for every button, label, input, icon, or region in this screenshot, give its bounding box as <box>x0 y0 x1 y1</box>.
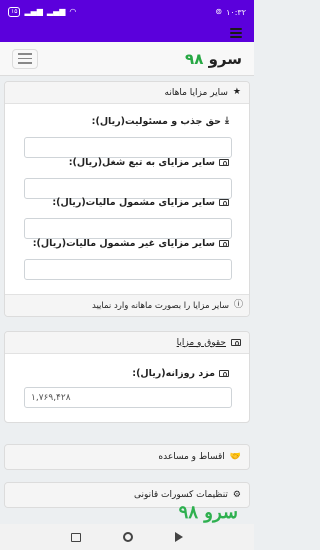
alarm-icon: ⊚ <box>215 7 223 16</box>
app-header: سرو ۹۸ <box>0 42 254 76</box>
brand-number: ۹۸ <box>185 49 204 68</box>
status-left: ۱۵ ▂▄▆ ▂▄▆ ◠ <box>8 7 76 17</box>
field-label-attraction: ⤓ حق جذب و مسئولیت(ریال): <box>91 116 229 127</box>
nontaxable-benefits-input[interactable] <box>24 259 232 280</box>
download-icon: ⤓ <box>225 116 229 126</box>
legal-deductions-title: تنظیمات کسورات قانونی <box>133 490 228 500</box>
battery-icon: ۱۵ <box>8 7 21 17</box>
monthly-benefits-card: سایر مزایا ماهانه ★ ⤓ حق جذب و مسئولیت(ر… <box>4 81 250 317</box>
cash-icon <box>219 159 229 166</box>
gear-icon: ⚙ <box>232 489 241 500</box>
star-icon: ★ <box>232 87 241 97</box>
installments-card[interactable]: اقساط و مساعده 🤝 <box>4 444 250 470</box>
field-label-job-benefits: سایر مزایای به تبع شغل(ریال): <box>69 157 229 168</box>
monthly-benefits-title: سایر مزایا ماهانه <box>164 87 228 98</box>
installments-title: اقساط و مساعده <box>158 452 225 462</box>
status-bar: ۱۵ ▂▄▆ ▂▄▆ ◠ ⊚ ۱۰:۳۲ <box>0 0 254 24</box>
signal-icon: ▂▄▆ <box>24 7 43 16</box>
watermark-logo: سرو ۹۸ <box>178 502 238 523</box>
brand-text: سرو <box>208 49 242 68</box>
cash-icon <box>219 199 229 206</box>
hamburger-icon[interactable] <box>230 28 242 38</box>
monthly-benefits-header: سایر مزایا ماهانه ★ <box>5 82 249 104</box>
recent-apps-icon[interactable] <box>71 532 81 542</box>
back-icon[interactable] <box>175 532 183 542</box>
job-benefits-input[interactable] <box>24 178 232 199</box>
status-time: ۱۰:۳۲ <box>226 7 246 17</box>
cash-icon <box>219 370 229 377</box>
daily-wage-input[interactable] <box>24 387 232 408</box>
signal-icon-2: ▂▄▆ <box>46 7 66 16</box>
monthly-benefits-note: سایر مزایا را بصورت ماهانه وارد نمایید ⓘ <box>5 294 249 316</box>
home-icon[interactable] <box>123 532 133 542</box>
cash-icon <box>219 240 229 247</box>
note-text: سایر مزایا را بصورت ماهانه وارد نمایید <box>91 300 229 311</box>
android-nav-bar <box>0 524 254 550</box>
taxable-benefits-input[interactable] <box>24 218 232 239</box>
brand-logo[interactable]: سرو ۹۸ <box>185 50 242 68</box>
attraction-responsibility-input[interactable] <box>24 137 232 158</box>
wages-card: حقوق و مزایا مزد روزانه(ریال): <box>4 331 250 423</box>
wifi-icon: ◠ <box>69 7 77 16</box>
menu-toggle-button[interactable] <box>12 48 38 69</box>
installments-header[interactable]: اقساط و مساعده 🤝 <box>5 445 249 469</box>
handshake-icon: 🤝 <box>229 451 241 462</box>
field-label-nontaxable-benefits: سایر مزایای غیر مشمول مالیات(ریال): <box>33 238 229 249</box>
wages-title: حقوق و مزایا <box>176 337 226 348</box>
cash-icon <box>231 339 241 346</box>
status-right: ⊚ ۱۰:۳۲ <box>215 7 246 17</box>
wages-header[interactable]: حقوق و مزایا <box>5 332 249 354</box>
info-icon: ⓘ <box>233 300 243 310</box>
field-label-taxable-benefits: سایر مزایای مشمول مالیات(ریال): <box>52 197 229 208</box>
top-purple-bar <box>0 24 254 42</box>
field-label-daily-wage: مزد روزانه(ریال): <box>132 368 229 379</box>
